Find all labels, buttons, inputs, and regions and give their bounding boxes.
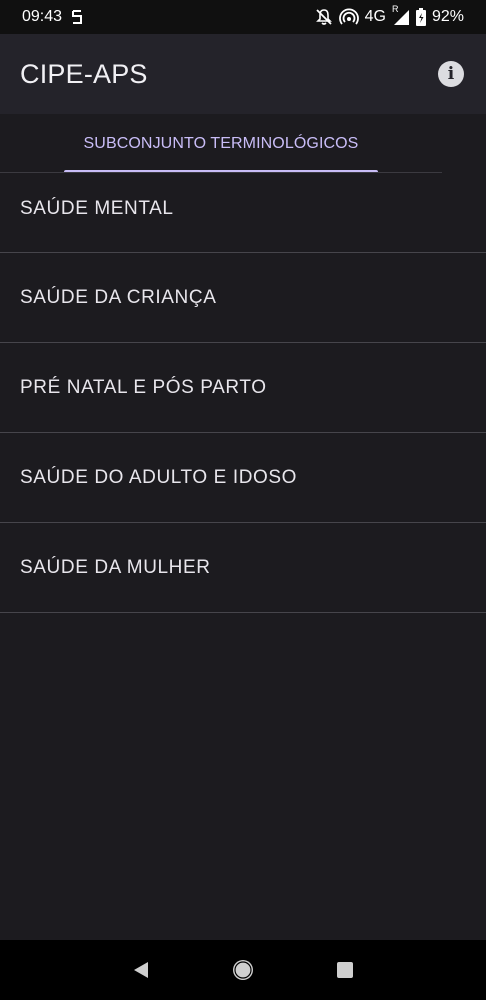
battery-icon [415,8,426,26]
system-nav-bar [0,940,486,1000]
list-item-label: SAÚDE MENTAL [20,198,174,219]
network-type: 4G [364,8,386,25]
hotspot-icon [338,8,359,26]
info-icon[interactable]: i [438,61,464,87]
status-bar: 09:43 4G R 92% [0,0,486,34]
signal-icon: R [392,4,410,26]
status-time: 09:43 [22,8,63,25]
subset-list: SAÚDE MENTAL SAÚDE DA CRIANÇA PRÉ NATAL … [0,173,486,613]
tab-label: SUBCONJUNTO TERMINOLÓGICOS [83,134,359,152]
list-item-label: SAÚDE DA CRIANÇA [20,286,217,308]
list-item-pre-natal-pos-parto[interactable]: PRÉ NATAL E PÓS PARTO [0,343,486,433]
screen: 09:43 4G R 92% CIPE-APS i SUBCONJUNTO TE… [0,0,486,1000]
page-title: CIPE-APS [20,58,148,89]
tab-bar: SUBCONJUNTO TERMINOLÓGICOS [0,114,486,173]
list-item-saude-da-crianca[interactable]: SAÚDE DA CRIANÇA [0,253,486,343]
tab-subconjunto-terminologicos[interactable]: SUBCONJUNTO TERMINOLÓGICOS [64,114,378,173]
back-icon[interactable] [121,950,161,990]
battery-percent: 92% [431,8,464,25]
app-notification-icon [70,9,84,25]
home-icon[interactable] [223,950,263,990]
app-bar: CIPE-APS i [0,34,486,114]
list-item-saude-adulto-idoso[interactable]: SAÚDE DO ADULTO E IDOSO [0,433,486,523]
list-item-label: SAÚDE DA MULHER [20,556,211,578]
list-item-label: PRÉ NATAL E PÓS PARTO [20,376,267,398]
list-item-saude-da-mulher[interactable]: SAÚDE DA MULHER [0,523,486,613]
recents-icon[interactable] [325,950,365,990]
notifications-off-icon [315,8,333,26]
list-item-saude-mental[interactable]: SAÚDE MENTAL [0,173,486,253]
list-item-label: SAÚDE DO ADULTO E IDOSO [20,466,298,488]
